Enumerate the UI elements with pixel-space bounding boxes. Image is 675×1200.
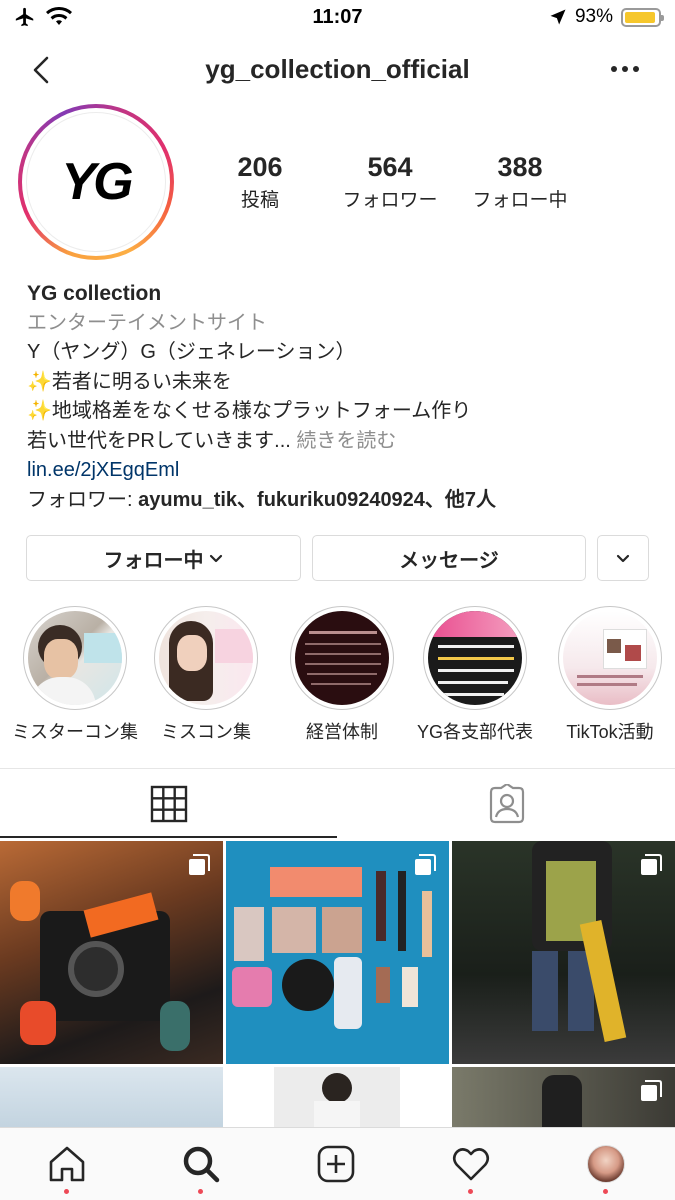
grid-post[interactable] — [226, 1067, 449, 1127]
posts-label: 投稿 — [240, 190, 279, 211]
profile-bio: YG collection エンターテイメントサイト Y（ヤング）G（ジェネレー… — [27, 279, 657, 515]
bio-line: ✨地域格差をなくせる様なプラットフォーム作り — [27, 400, 472, 422]
bio-line: Y（ヤング）G（ジェネレーション） — [27, 341, 356, 363]
notification-dot — [198, 1189, 203, 1194]
suggested-accounts-button[interactable] — [597, 535, 649, 581]
highlight-cover — [563, 611, 657, 705]
status-bar: 11:07 93% — [0, 0, 675, 40]
profile-website-link[interactable]: lin.ee/2jXEgqEml — [27, 456, 657, 486]
highlight-cover — [28, 611, 122, 705]
chevron-down-icon — [616, 554, 630, 563]
carousel-icon — [641, 1080, 662, 1101]
profile-category: エンターテイメントサイト — [27, 311, 267, 334]
notification-dot — [468, 1189, 473, 1194]
following-label: フォロー中 — [472, 190, 568, 211]
message-button[interactable]: メッセージ — [312, 535, 586, 581]
highlight-mister-contest[interactable]: ミスターコン集 — [12, 606, 138, 744]
highlight-label: 経営体制 — [306, 722, 378, 742]
tabs-divider — [0, 768, 675, 769]
stat-followers[interactable]: 564 フォロワー — [325, 152, 455, 212]
grid-post[interactable] — [452, 1067, 675, 1127]
nav-home[interactable] — [45, 1142, 89, 1194]
grid-post[interactable] — [0, 841, 223, 1064]
followers-count: 564 — [367, 152, 413, 182]
nav-activity[interactable] — [449, 1142, 493, 1194]
more-dots-icon[interactable] — [611, 66, 639, 72]
active-tab-indicator — [0, 836, 337, 838]
search-icon — [183, 1146, 220, 1183]
posts-count: 206 — [237, 152, 283, 182]
stat-posts[interactable]: 206 投稿 — [205, 152, 315, 212]
carousel-icon — [641, 854, 662, 875]
bio-line: 若い世代をPRしていきます... 続きを読む — [27, 427, 657, 457]
mutual-followers[interactable]: フォロワー: ayumu_tik、fukuriku09240924、他7人 — [27, 486, 657, 516]
status-right: 93% — [549, 6, 664, 28]
profile-stats: 206 投稿 564 フォロワー 388 フォロー中 — [205, 152, 645, 222]
read-more-link[interactable]: 続きを読む — [291, 430, 396, 452]
highlight-label: ミスターコン集 — [12, 722, 138, 742]
following-button-label: フォロー中 — [103, 549, 204, 572]
profile-display-name: YG collection — [27, 282, 162, 305]
mutual-followers-prefix: フォロワー: — [27, 488, 139, 511]
battery-level — [625, 11, 655, 23]
following-button[interactable]: フォロー中 — [26, 535, 301, 581]
highlight-cover — [295, 611, 389, 705]
add-post-icon — [317, 1145, 355, 1183]
bio-line: ✨若者に明るい未来を — [27, 370, 232, 393]
notification-dot — [603, 1189, 608, 1194]
bio-line-text: 若い世代をPRしていきます... — [27, 429, 291, 452]
grid-post[interactable] — [0, 1067, 223, 1127]
highlight-tiktok[interactable]: TikTok活動 — [550, 606, 670, 744]
home-icon — [49, 1146, 85, 1182]
carousel-icon — [189, 854, 210, 875]
carousel-icon — [415, 854, 436, 875]
profile-avatar-icon — [587, 1145, 625, 1183]
nav-profile[interactable] — [584, 1142, 628, 1194]
tab-tagged[interactable] — [338, 770, 675, 838]
battery-percentage: 93% — [574, 6, 613, 27]
yg-logo: YG — [61, 153, 133, 211]
bottom-tab-bar — [0, 1127, 675, 1200]
highlight-branch-reps[interactable]: YG各支部代表 — [415, 606, 535, 744]
grid-post[interactable] — [226, 841, 449, 1064]
highlight-miss-contest[interactable]: ミスコン集 — [146, 606, 266, 744]
profile-avatar: YG — [26, 112, 166, 252]
battery-icon — [621, 7, 664, 27]
followers-label: フォロワー — [342, 190, 438, 211]
highlight-cover — [428, 611, 522, 705]
stat-following[interactable]: 388 フォロー中 — [460, 152, 580, 212]
highlight-label: ミスコン集 — [161, 722, 251, 742]
message-button-label: メッセージ — [399, 549, 499, 572]
profile-avatar-ring[interactable]: YG — [18, 104, 174, 260]
nav-create[interactable] — [314, 1142, 358, 1186]
heart-icon — [452, 1148, 490, 1181]
tagged-person-icon — [489, 784, 524, 824]
highlight-label: TikTok活動 — [566, 722, 654, 742]
highlight-management[interactable]: 経営体制 — [282, 606, 402, 744]
profile-username: yg_collection_official — [205, 54, 470, 84]
tab-grid[interactable] — [0, 770, 337, 838]
grid-post[interactable] — [452, 841, 675, 1064]
following-count: 388 — [497, 152, 543, 182]
grid-icon — [150, 785, 187, 823]
highlight-cover — [159, 611, 253, 705]
mutual-followers-names: ayumu_tik、fukuriku09240924、他7人 — [138, 488, 497, 511]
location-arrow-icon — [550, 9, 566, 25]
nav-search[interactable] — [179, 1142, 223, 1194]
profile-nav-bar: yg_collection_official — [0, 40, 675, 102]
notification-dot — [64, 1189, 69, 1194]
highlight-label: YG各支部代表 — [416, 722, 533, 742]
chevron-down-icon — [209, 554, 222, 563]
